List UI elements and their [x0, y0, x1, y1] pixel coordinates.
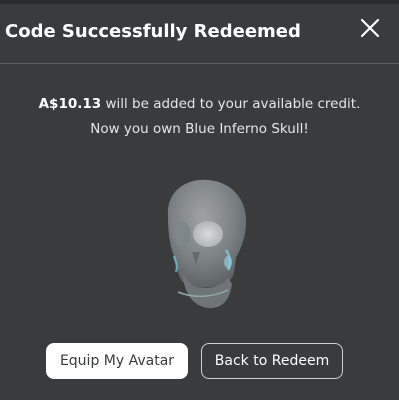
credit-line-text: will be added to your available credit.: [101, 96, 361, 112]
redeem-message: A$10.13 will be added to your available …: [0, 92, 399, 142]
skull-icon: [148, 168, 260, 318]
credit-amount: A$10.13: [38, 96, 102, 112]
back-to-redeem-button[interactable]: Back to Redeem: [201, 343, 343, 379]
dialog-header: Code Successfully Redeemed: [0, 4, 399, 64]
dialog-title: Code Successfully Redeemed: [5, 21, 301, 42]
owned-item-line: Now you own Blue Inferno Skull!: [90, 121, 309, 137]
close-icon: [360, 18, 380, 38]
equip-my-avatar-button[interactable]: Equip My Avatar: [46, 343, 188, 379]
credit-line: A$10.13 will be added to your available …: [0, 92, 399, 117]
close-button[interactable]: [356, 14, 384, 42]
redeem-success-dialog: Code Successfully Redeemed A$10.13 will …: [0, 0, 399, 400]
